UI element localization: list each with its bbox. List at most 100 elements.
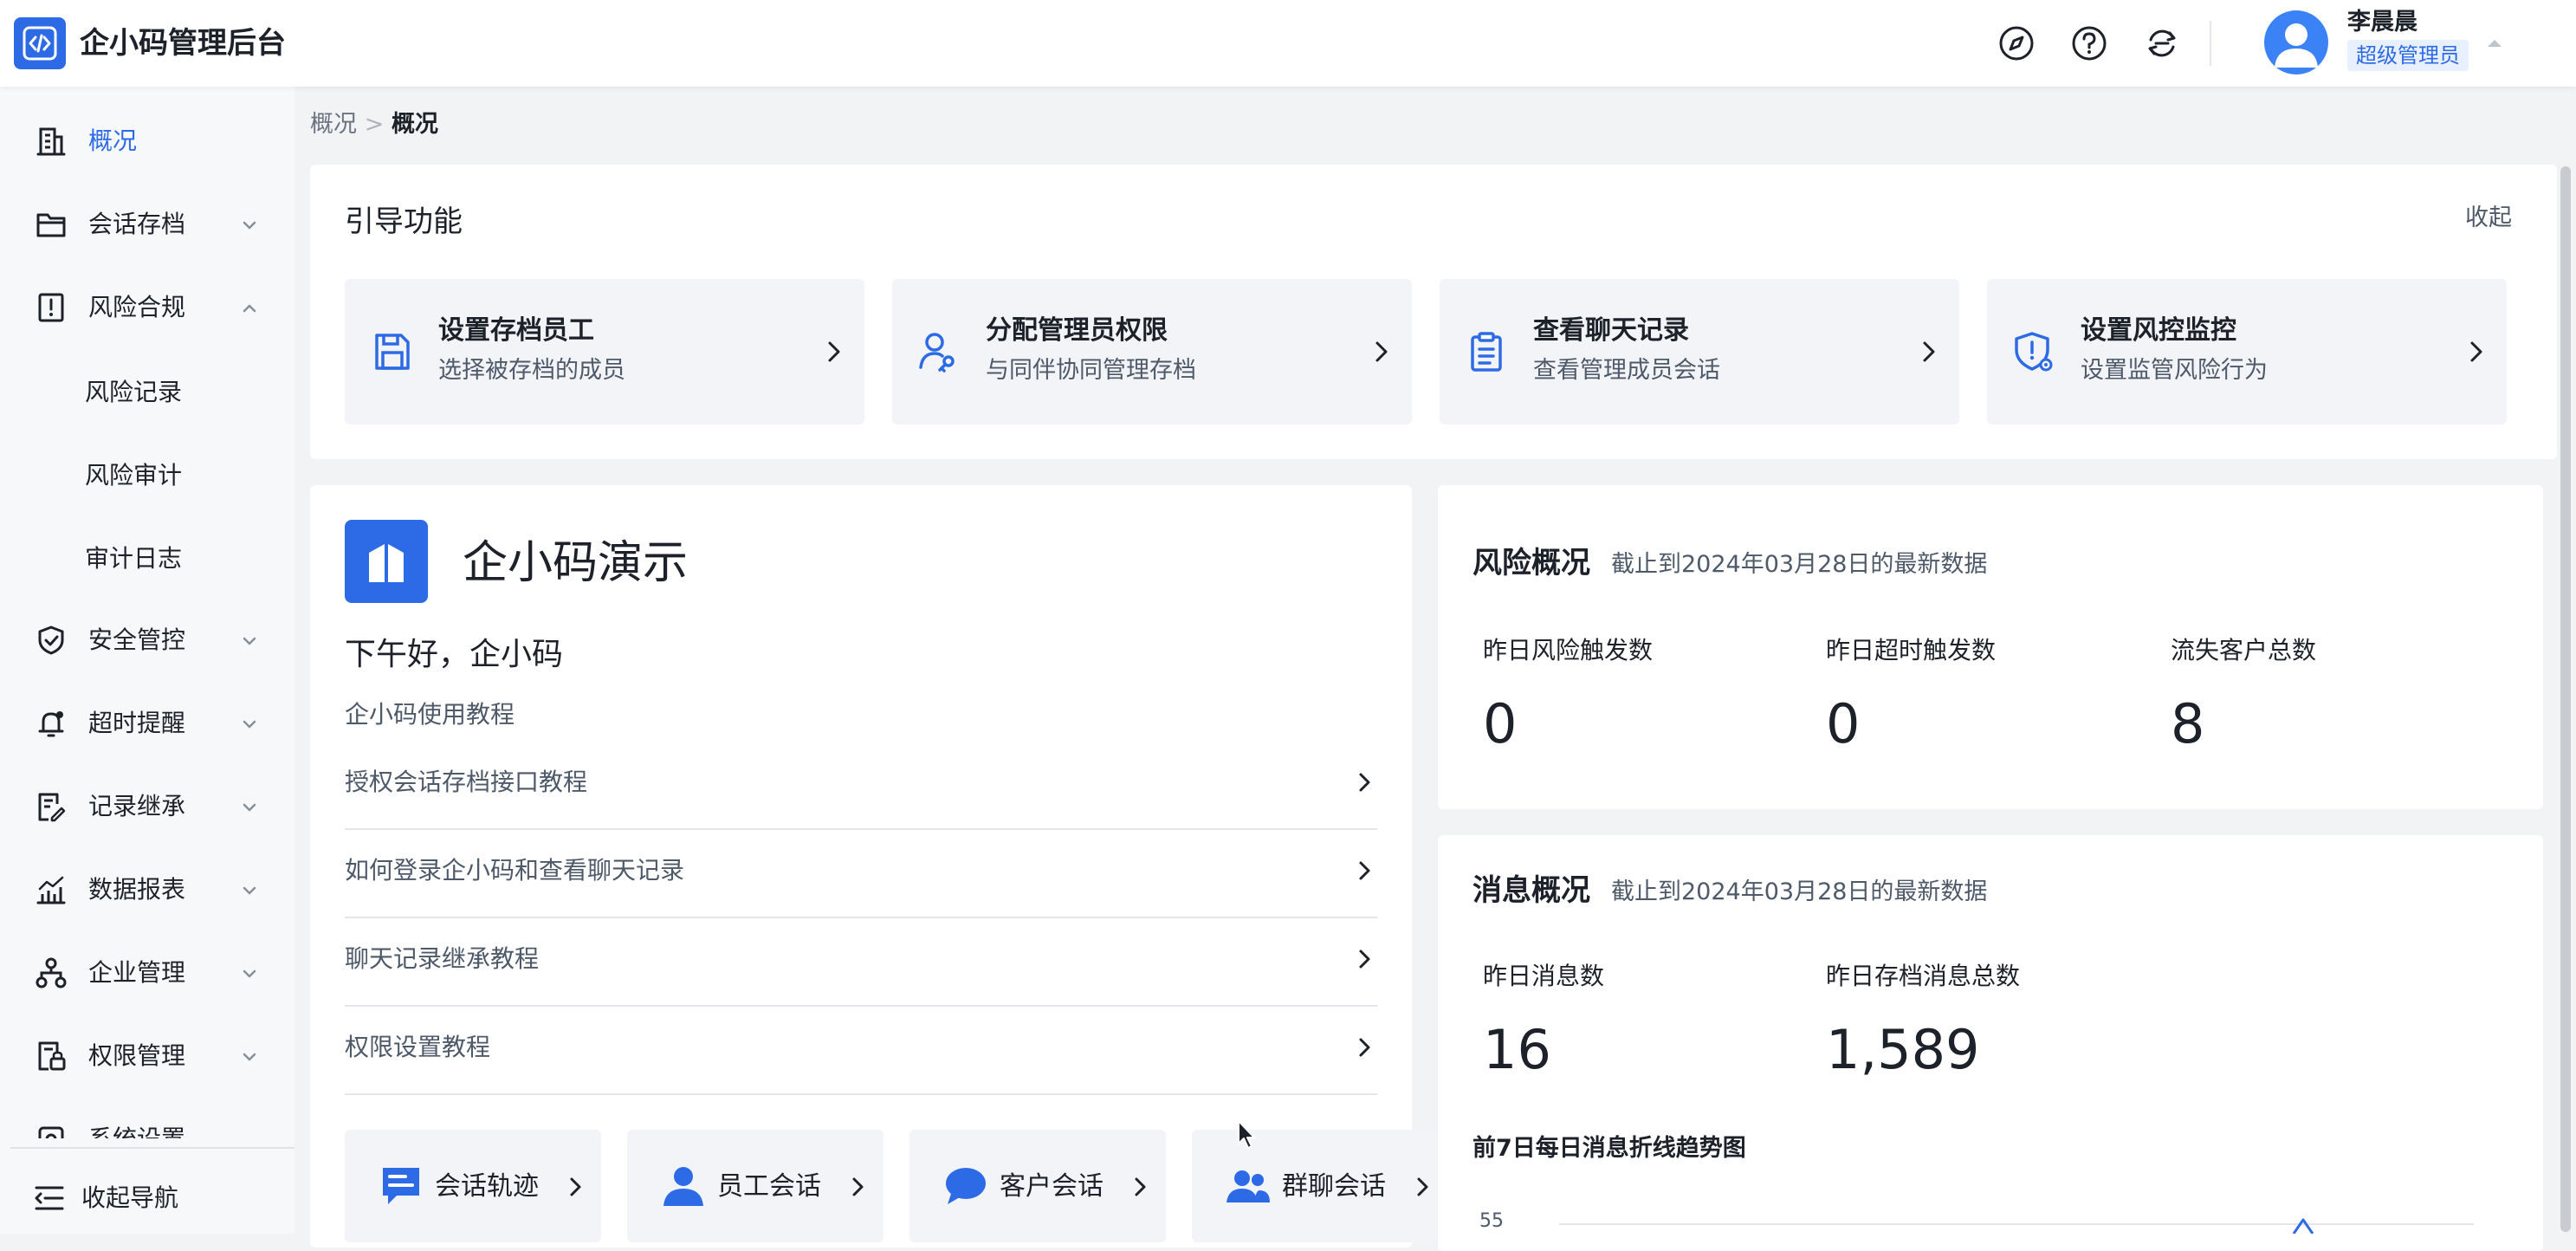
- sidebar-item-label: 数据报表: [88, 875, 186, 904]
- sidebar-item-label: 企业管理: [88, 958, 186, 987]
- sync-icon[interactable]: [2143, 24, 2181, 62]
- guide-tile-archive-staff[interactable]: 设置存档员工 选择被存档的成员: [345, 279, 864, 425]
- sidebar-item-label: 会话存档: [88, 210, 186, 238]
- folder-icon: [35, 208, 68, 241]
- tile-subtitle: 选择被存档的成员: [438, 357, 625, 384]
- collapse-nav-label: 收起导航: [81, 1183, 179, 1212]
- chat-bubble-icon: [942, 1164, 989, 1208]
- org-name: 企小码演示: [463, 537, 689, 589]
- tutorial-link-label: 授权会话存档接口教程: [345, 768, 588, 796]
- chevron-right-icon: [1353, 946, 1377, 972]
- mouse-cursor-icon: [1237, 1119, 1258, 1151]
- org-tree-icon: [35, 956, 68, 989]
- quick-link-group-chat[interactable]: 群聊会话: [1192, 1130, 1448, 1242]
- sidebar-item-label: 安全管控: [88, 626, 186, 654]
- quick-link-chat-track[interactable]: 会话轨迹: [345, 1130, 601, 1242]
- tile-title: 查看聊天记录: [1533, 315, 1689, 346]
- page-scrollbar[interactable]: [2557, 161, 2573, 1234]
- chevron-right-icon: [1414, 1175, 1433, 1199]
- sidebar-subitem-label: 审计日志: [85, 544, 183, 573]
- app-title: 企小码管理后台: [80, 26, 286, 61]
- collapse-menu-icon: [33, 1183, 66, 1213]
- guide-title: 引导功能: [345, 204, 463, 239]
- tile-title: 设置风控监控: [2081, 315, 2236, 346]
- sidebar-subitem-audit-log[interactable]: 审计日志: [0, 528, 294, 589]
- sidebar-item-label: 风险合规: [88, 293, 186, 321]
- tile-title: 分配管理员权限: [986, 315, 1168, 346]
- chevron-down-icon: [239, 880, 260, 901]
- chevron-up-icon: [239, 298, 260, 319]
- trend-line-peak: [2292, 1216, 2314, 1251]
- stat-value: 16: [1483, 1018, 1551, 1081]
- alarm-bell-icon: [35, 707, 68, 740]
- stat-label: 流失客户总数: [2171, 636, 2317, 664]
- trend-axis-tick: 55: [1479, 1210, 1504, 1232]
- save-disk-icon: [369, 329, 414, 374]
- message-overview-title: 消息概况: [1472, 873, 1590, 908]
- collapse-nav-button[interactable]: 收起导航: [0, 1173, 294, 1225]
- stat-label: 昨日消息数: [1483, 962, 1605, 990]
- sidebar-item-record-inherit[interactable]: 记录继承: [0, 776, 294, 837]
- chevron-right-icon: [1353, 769, 1377, 795]
- quick-link-employee-chat[interactable]: 员工会话: [627, 1130, 883, 1242]
- guide-card: 引导功能 收起 设置存档员工 选择被存档的成员 分配管理员权限 与同伴协同管理存…: [310, 165, 2557, 459]
- help-icon[interactable]: [2070, 24, 2108, 62]
- caret-up-icon[interactable]: [2484, 35, 2505, 52]
- guide-tile-risk-monitor[interactable]: 设置风控监控 设置监管风险行为: [1987, 279, 2507, 425]
- tile-subtitle: 与同伴协同管理存档: [986, 357, 1196, 384]
- compass-icon[interactable]: [1997, 24, 2036, 62]
- org-logo-icon: [345, 520, 428, 603]
- sidebar-item-security[interactable]: 安全管控: [0, 610, 294, 671]
- quick-link-customer-chat[interactable]: 客户会话: [909, 1130, 1166, 1242]
- sidebar-item-risk-compliance[interactable]: 风险合规: [0, 277, 294, 338]
- risk-overview-note: 截止到2024年03月28日的最新数据: [1611, 551, 1988, 578]
- alert-book-icon: [35, 291, 68, 324]
- scrollbar-thumb[interactable]: [2560, 166, 2571, 1232]
- sidebar-item-enterprise[interactable]: 企业管理: [0, 943, 294, 1003]
- stat-value: 0: [1826, 692, 1861, 755]
- top-bar: 企小码管理后台 李晨晨 超级管理员: [0, 0, 2576, 87]
- sidebar-item-timeout-reminder[interactable]: 超时提醒: [0, 693, 294, 754]
- chevron-down-icon: [239, 797, 260, 818]
- sidebar-subitem-label: 风险审计: [85, 461, 183, 489]
- chevron-down-icon: [239, 631, 260, 651]
- guide-tile-admin-permission[interactable]: 分配管理员权限 与同伴协同管理存档: [892, 279, 1412, 425]
- tutorial-title: 企小码使用教程: [345, 700, 515, 729]
- chevron-right-icon: [1353, 858, 1377, 884]
- sidebar-divider: [10, 1147, 294, 1149]
- employee-icon: [660, 1164, 707, 1208]
- user-name[interactable]: 李晨晨: [2347, 7, 2417, 38]
- bar-chart-icon: [35, 873, 68, 906]
- tutorial-link[interactable]: 聊天记录继承教程: [345, 920, 1377, 1007]
- tutorial-link[interactable]: 权限设置教程: [345, 1008, 1377, 1095]
- sidebar-subitem-label: 风险记录: [85, 378, 183, 406]
- risk-overview-title: 风险概况: [1472, 546, 1590, 580]
- sidebar-item-overview[interactable]: 概况: [0, 111, 294, 172]
- guide-tile-chat-records[interactable]: 查看聊天记录 查看管理成员会话: [1440, 279, 1959, 425]
- chevron-right-icon: [2463, 338, 2489, 366]
- sidebar-subitem-risk-records[interactable]: 风险记录: [0, 362, 294, 423]
- quick-link-label: 客户会话: [1000, 1171, 1104, 1202]
- quick-link-label: 群聊会话: [1282, 1171, 1386, 1202]
- breadcrumb-current: 概况: [392, 111, 438, 138]
- sidebar-item-permission[interactable]: 权限管理: [0, 1026, 294, 1086]
- chevron-right-icon: [1131, 1175, 1150, 1199]
- tutorial-link[interactable]: 如何登录企小码和查看聊天记录: [345, 832, 1377, 918]
- chevron-down-icon: [239, 963, 260, 984]
- tutorial-link[interactable]: 授权会话存档接口教程: [345, 743, 1377, 830]
- breadcrumb-item[interactable]: 概况: [310, 111, 357, 138]
- sidebar-subitem-risk-audit[interactable]: 风险审计: [0, 445, 294, 506]
- guide-collapse-button[interactable]: 收起: [2465, 203, 2512, 234]
- sidebar-item-archive[interactable]: 会话存档: [0, 194, 294, 255]
- tile-subtitle: 查看管理成员会话: [1533, 357, 1720, 384]
- code-brackets-icon[interactable]: [14, 17, 66, 69]
- sidebar-item-label: 记录继承: [88, 792, 186, 820]
- sidebar-footer: 收起导航: [0, 1138, 294, 1234]
- breadcrumb-separator-icon: >: [364, 111, 385, 138]
- group-users-icon: [1225, 1164, 1272, 1208]
- sidebar-item-data-report[interactable]: 数据报表: [0, 859, 294, 920]
- trend-chart-title: 前7日每日消息折线趋势图: [1472, 1135, 1746, 1162]
- sidebar-item-label: 超时提醒: [88, 709, 186, 737]
- header-divider: [2210, 21, 2211, 66]
- avatar[interactable]: [2264, 10, 2328, 75]
